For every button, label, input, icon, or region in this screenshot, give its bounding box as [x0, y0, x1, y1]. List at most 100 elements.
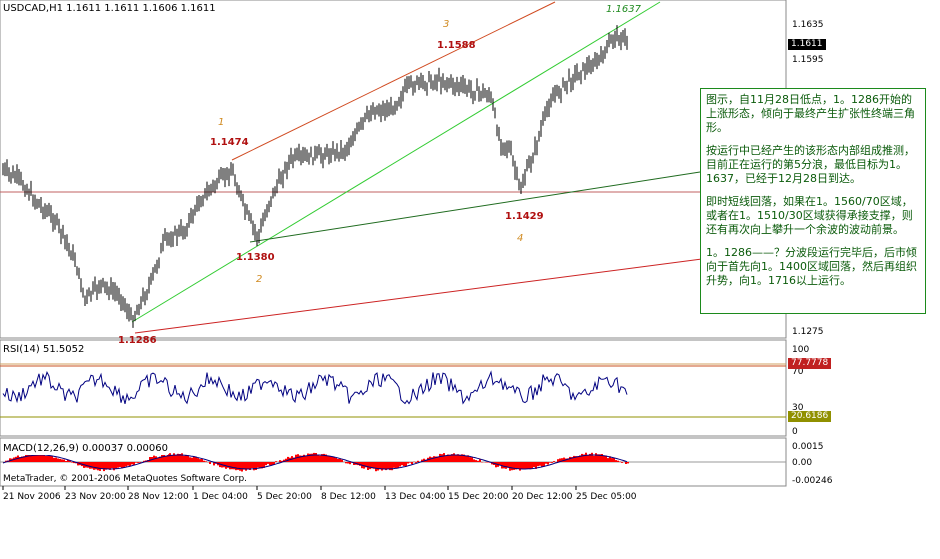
macd-bar — [137, 462, 139, 463]
macd-bar — [235, 462, 237, 471]
wave-label-1: 1 — [218, 117, 225, 128]
macd-bar — [287, 456, 289, 462]
time-tick-label: 15 Dec 20:00 — [448, 492, 509, 502]
upper-channel-line — [231, 1, 556, 161]
macd-bar — [527, 462, 529, 469]
macd-bar — [187, 455, 189, 462]
macd-bar — [541, 462, 543, 467]
time-axis: 21 Nov 2006 23 Nov 20:00 28 Nov 12:00 1 Dec… — [2, 486, 637, 502]
macd-bar — [403, 462, 405, 467]
macd-bar — [337, 458, 339, 462]
macd-bar — [99, 462, 101, 471]
macd-bar — [123, 462, 125, 468]
macd-bar — [399, 462, 401, 467]
price-tick: 1.1595 — [792, 55, 824, 65]
time-tick-label: 21 Nov 2006 — [3, 492, 61, 502]
macd-bar — [401, 462, 403, 466]
price-label-1588: 1.1588 — [437, 40, 476, 51]
macd-bar — [51, 455, 53, 462]
macd-bar — [251, 462, 253, 468]
macd-bar — [257, 462, 259, 468]
macd-bar — [551, 462, 553, 463]
macd-bar — [475, 460, 477, 462]
macd-bar — [411, 462, 413, 465]
macd-bar — [279, 460, 281, 462]
macd-bar — [345, 462, 347, 464]
macd-bar — [155, 456, 157, 462]
macd-bar — [449, 454, 451, 462]
annotation-paragraph: 图示，自11月28日低点，1。1286开始的上涨形态，倾向于最终产生扩张性终端三… — [706, 93, 915, 134]
annotation-paragraph: 即时短线回落，如果在1。1560/70区域，或者在1。1510/30区域获得承接… — [706, 195, 913, 236]
analysis-annotation-box: 图示，自11月28日低点，1。1286开始的上涨形态，倾向于最终产生扩张性终端三… — [700, 88, 926, 314]
macd-bar — [193, 456, 195, 462]
macd-bar — [375, 462, 377, 472]
macd-bar — [525, 462, 527, 469]
macd-bar — [471, 457, 473, 462]
macd-bar — [523, 462, 525, 469]
macd-bar — [111, 462, 113, 469]
macd-bar — [613, 458, 615, 462]
time-tick-label: 23 Nov 20:00 — [65, 492, 126, 502]
time-tick-label: 8 Dec 12:00 — [321, 492, 376, 502]
dark-green-trendline — [249, 171, 701, 243]
macd-bar — [275, 461, 277, 462]
macd-bar — [617, 460, 619, 462]
macd-bar — [315, 453, 317, 462]
macd-bar — [547, 462, 549, 465]
macd-bar — [93, 462, 95, 470]
macd-bar — [327, 455, 329, 462]
price-tick: 1.1635 — [792, 20, 824, 30]
macd-bar — [607, 458, 609, 462]
macd-bar — [127, 462, 129, 466]
macd-bar — [495, 462, 497, 468]
macd-bar — [473, 459, 475, 462]
macd-bar — [319, 455, 321, 462]
annotation-paragraph: 按运行中已经产生的该形态内部组成推测，目前正在运行的第5分浪，最低目标为1。16… — [706, 144, 915, 185]
price-label-1474: 1.1474 — [210, 137, 249, 148]
price-tick: 1.1275 — [792, 327, 824, 337]
green-channel-line — [131, 1, 661, 323]
macd-bar — [553, 461, 555, 462]
macd-bar — [615, 460, 617, 462]
macd-tick: -0.00246 — [792, 476, 833, 486]
macd-bar — [191, 457, 193, 462]
macd-bar — [417, 460, 419, 462]
rsi-upper-tag: 77.7778 — [788, 358, 832, 369]
macd-bar — [91, 462, 93, 469]
macd-bar — [317, 454, 319, 462]
macd-bar — [539, 462, 541, 466]
rsi-panel-border — [0, 339, 787, 437]
price-candles — [2, 25, 628, 328]
time-tick-label: 25 Dec 05:00 — [576, 492, 637, 502]
macd-bar — [331, 457, 333, 462]
time-tick-label: 20 Dec 12:00 — [512, 492, 573, 502]
macd-bar — [103, 462, 105, 472]
macd-bar — [171, 455, 173, 462]
macd-bar — [267, 462, 269, 464]
macd-bar — [107, 462, 109, 469]
time-tick-label: 5 Dec 20:00 — [257, 492, 312, 502]
macd-bar — [125, 462, 127, 467]
macd-bar — [71, 462, 73, 463]
macd-bar — [165, 455, 167, 462]
macd-bar — [469, 457, 471, 462]
macd-bar — [265, 462, 267, 466]
macd-bar — [209, 462, 211, 464]
macd-bar — [307, 453, 309, 462]
macd-bar — [175, 455, 177, 462]
macd-bar — [45, 456, 47, 462]
macd-bar — [591, 452, 593, 462]
macd-bar — [329, 456, 331, 462]
macd-title: MACD(12,26,9) 0.00037 0.00060 — [3, 443, 169, 455]
macd-bar — [587, 455, 589, 462]
macd-bar — [59, 458, 61, 462]
macd-bar — [101, 462, 103, 469]
wave-label-3: 3 — [443, 19, 450, 30]
rsi-title: RSI(14) 51.5052 — [3, 344, 85, 356]
macd-bar — [511, 462, 513, 471]
chart-window[interactable]: 1.1635 1.1595 1.1275 100 70 30 0 0.0015 … — [0, 0, 940, 559]
macd-bar — [205, 461, 207, 462]
macd-bar — [65, 461, 67, 462]
macd-bar — [229, 462, 231, 470]
macd-bar — [97, 462, 99, 471]
